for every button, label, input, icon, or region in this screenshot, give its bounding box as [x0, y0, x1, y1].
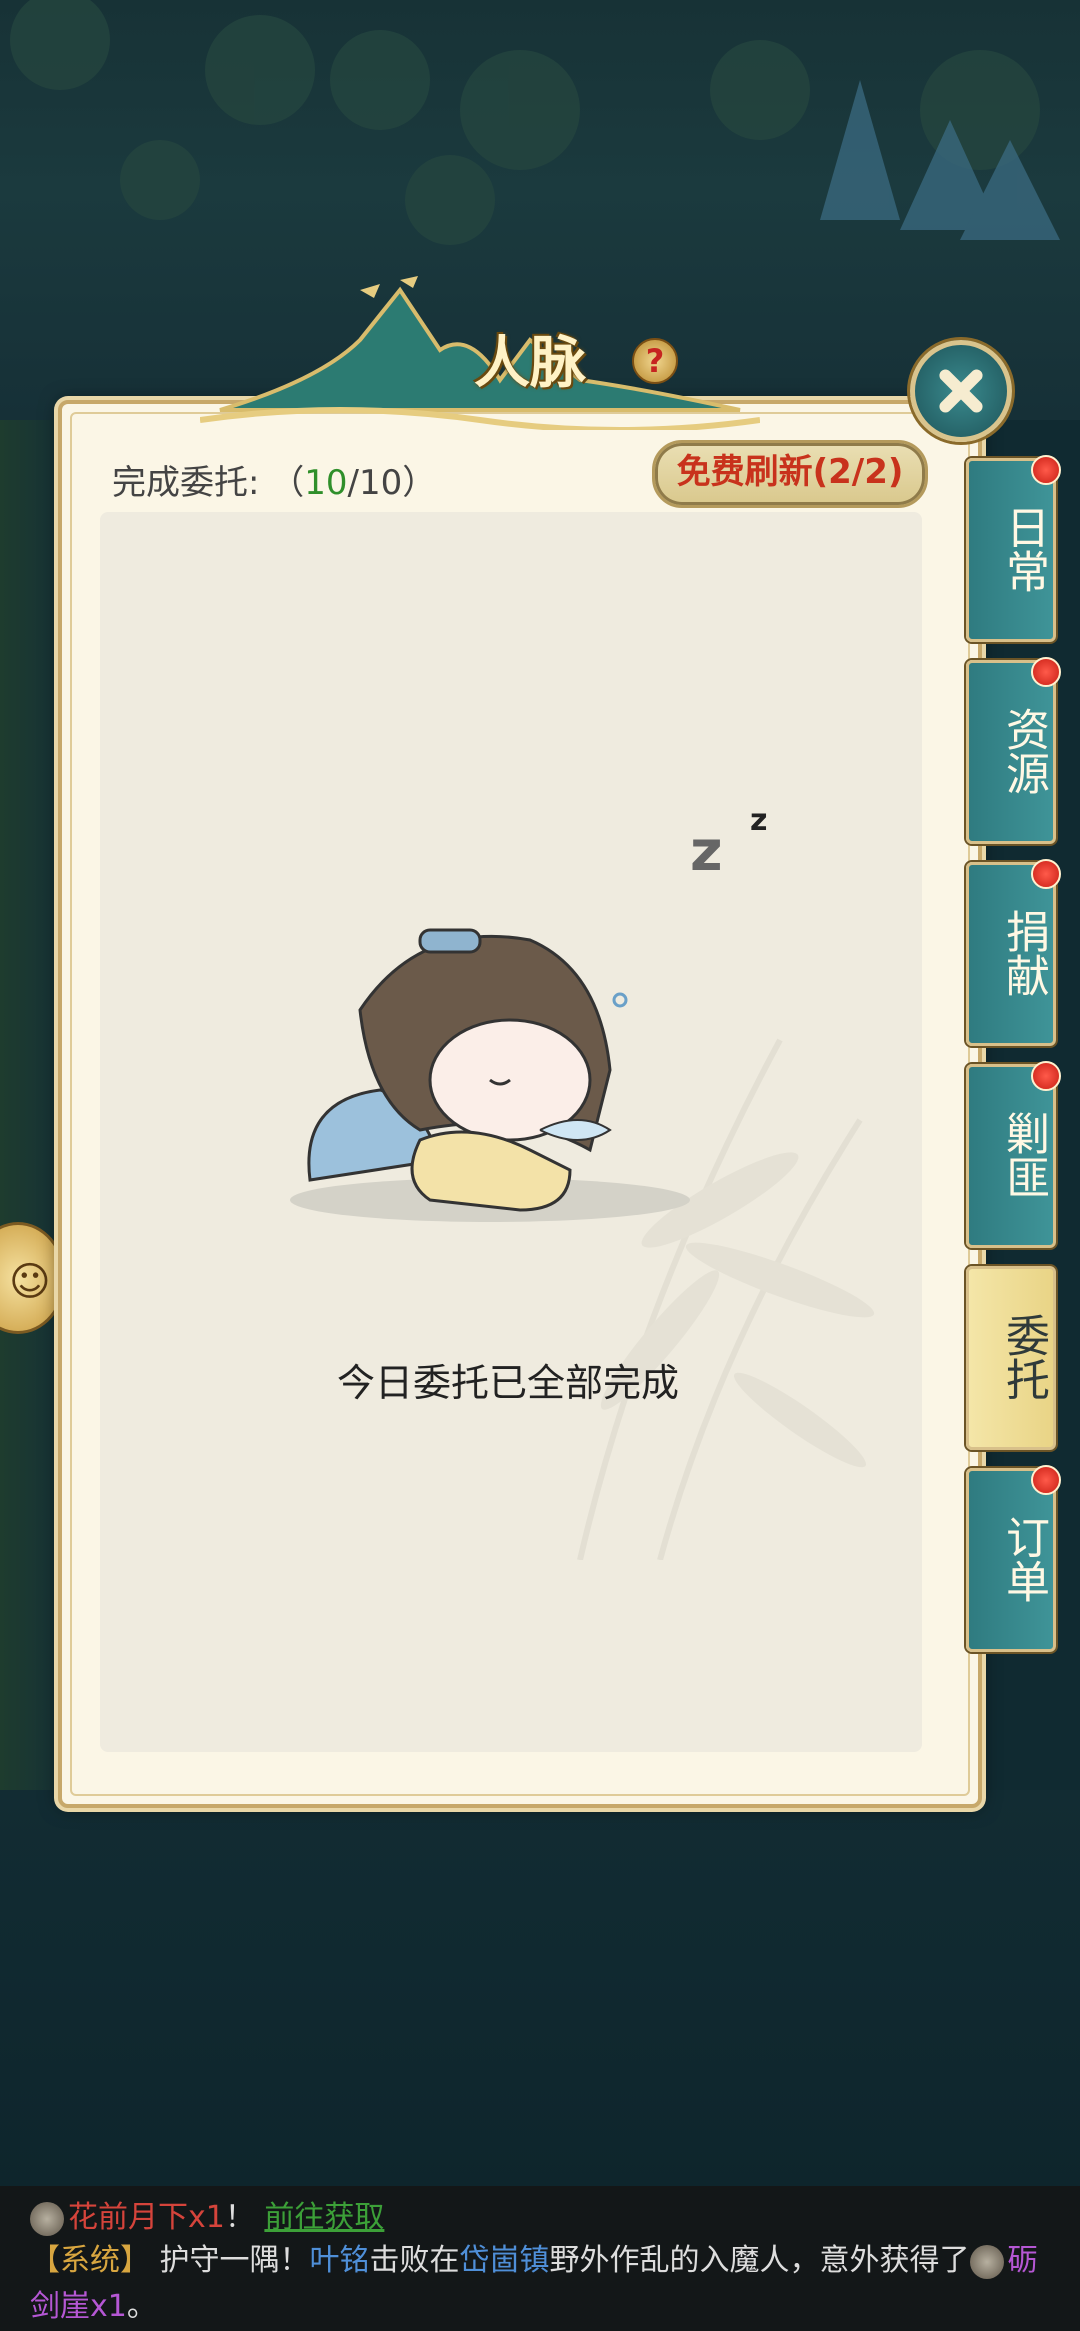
- commission-progress: 完成委托: （10/10）: [112, 463, 437, 503]
- notification-dot-icon: [1031, 859, 1061, 889]
- scenery-left-strip: [0, 420, 60, 1800]
- chat-line-reward: 花前月下x1！ 前往获取: [30, 2192, 384, 2236]
- close-button[interactable]: [910, 340, 1012, 442]
- svg-text:z: z: [690, 819, 723, 880]
- tab-resources[interactable]: 资源: [966, 657, 1061, 844]
- question-icon[interactable]: ?: [632, 338, 678, 384]
- svg-text:z: z: [750, 803, 767, 838]
- tab-daily[interactable]: 日常: [966, 455, 1061, 642]
- notification-dot-icon: [1031, 455, 1061, 485]
- progress-total-count: 10: [359, 463, 403, 503]
- notification-dot-icon: [1031, 657, 1061, 687]
- chat-icon: ☺: [9, 1259, 51, 1305]
- dialog-title: 人脉: [474, 330, 586, 396]
- player-name[interactable]: 叶铭: [310, 2243, 370, 2278]
- progress-done-count: 10: [304, 463, 348, 503]
- place-name[interactable]: 岱崮镇: [460, 2243, 550, 2278]
- all-completed-message: 今日委托已全部完成: [336, 1361, 679, 1405]
- tab-donate[interactable]: 捐献: [966, 859, 1061, 1046]
- tab-commission[interactable]: 委托: [966, 1266, 1056, 1450]
- notification-dot-icon: [1031, 1465, 1061, 1495]
- sword-item-icon: [969, 2244, 1004, 2279]
- chat-line-system: 【系统】 护守一隅！叶铭击败在岱崮镇野外作乱的入魔人，意外获得了 砺剑崖x1。: [30, 2243, 1038, 2324]
- tab-bandits[interactable]: 剿匪: [966, 1061, 1061, 1248]
- notification-dot-icon: [1031, 1061, 1061, 1091]
- free-refresh-button[interactable]: 免费刷新(2/2): [652, 440, 928, 508]
- flower-item-icon: [30, 2201, 64, 2236]
- tab-orders[interactable]: 订单: [966, 1465, 1061, 1652]
- go-obtain-link[interactable]: 前往获取: [264, 2200, 384, 2235]
- system-tag: 【系统】: [30, 2243, 150, 2278]
- sleeping-zzz-icon: z z: [690, 803, 767, 880]
- scenery-bottom: [0, 1790, 1080, 2190]
- sleeping-character-illustration: [290, 928, 690, 1222]
